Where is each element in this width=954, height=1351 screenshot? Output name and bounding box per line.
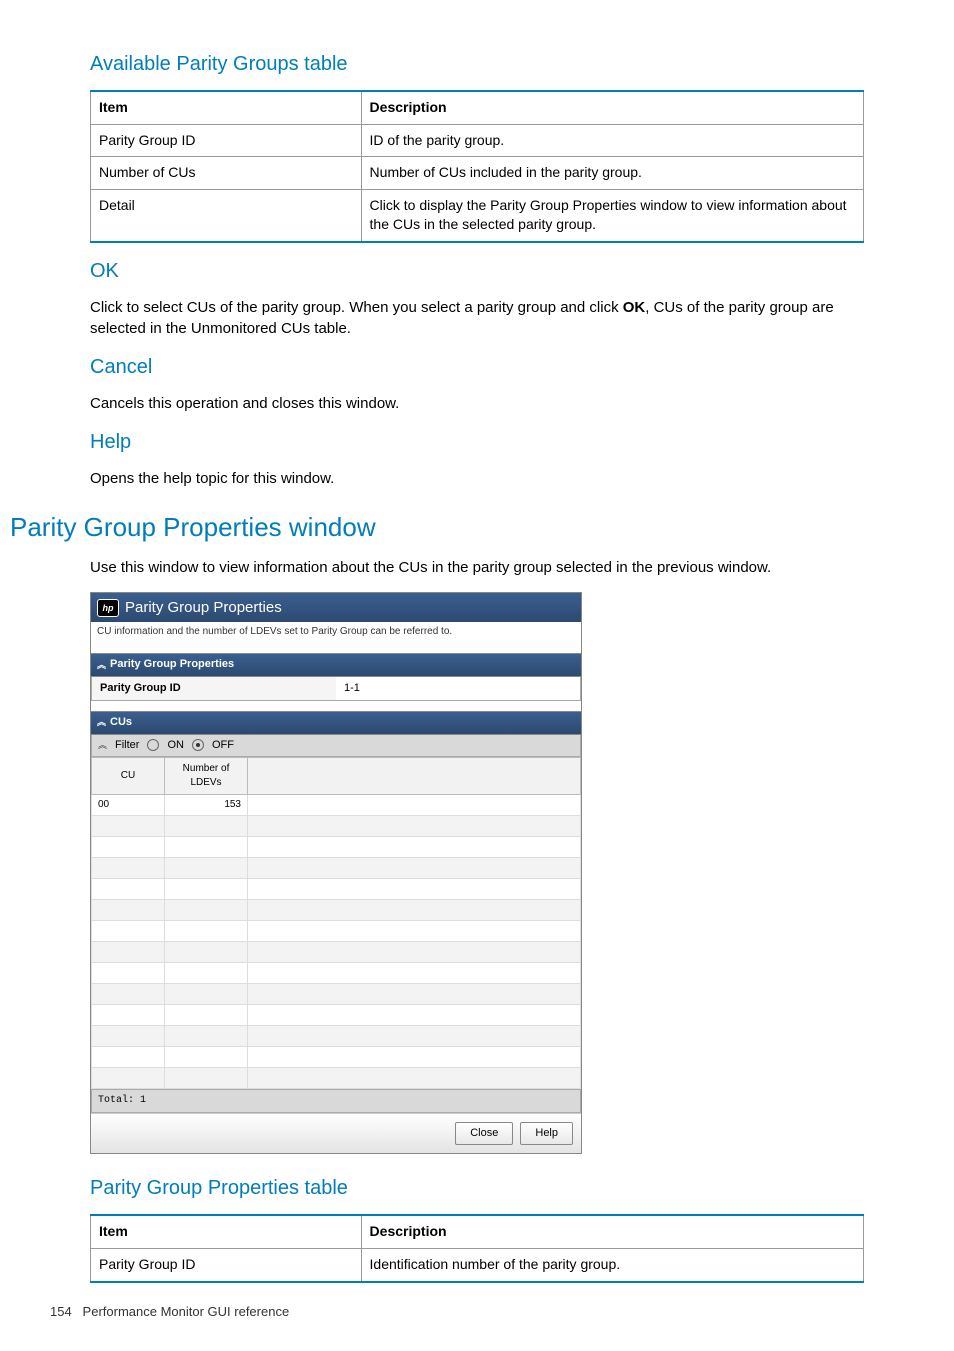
table-row [92,1025,581,1046]
section-label: Parity Group Properties [110,657,234,672]
col-cu: CU [92,757,165,794]
cell-desc: Click to display the Parity Group Proper… [361,189,863,242]
hp-logo-icon: hp [97,599,119,617]
col-blank [248,757,581,794]
filter-off-radio[interactable] [192,739,204,751]
dialog-title-text: Parity Group Properties [125,597,282,618]
filter-label: Filter [115,738,139,753]
table-row [92,1067,581,1088]
heading-help: Help [90,428,864,456]
page-number: 154 [50,1304,72,1319]
pgid-value: 1-1 [336,677,580,700]
cus-table: CU Number of LDEVs 00 153 [91,757,581,1089]
table-row [92,836,581,857]
table-row: Number of CUs Number of CUs included in … [91,157,864,190]
available-parity-groups-table: Item Description Parity Group ID ID of t… [90,90,864,243]
table-row [92,941,581,962]
parity-group-properties-table: Item Description Parity Group ID Identif… [90,1214,864,1282]
table-row [92,920,581,941]
cell-desc: Identification number of the parity grou… [361,1248,863,1281]
col-item: Item [91,91,362,124]
dialog-subtitle: CU information and the number of LDEVs s… [91,622,581,653]
help-button[interactable]: Help [520,1122,573,1145]
help-text: Opens the help topic for this window. [90,468,864,489]
pgid-label: Parity Group ID [92,677,336,700]
cell-desc: Number of CUs included in the parity gro… [361,157,863,190]
table-row [92,1004,581,1025]
cell-ldevs: 153 [165,794,248,815]
filter-on-radio[interactable] [147,739,159,751]
total-row: Total: 1 [91,1089,581,1113]
ok-text: Click to select CUs of the parity group.… [90,297,864,339]
table-row [92,878,581,899]
table-row [92,815,581,836]
table-row: Detail Click to display the Parity Group… [91,189,864,242]
col-description: Description [361,1215,863,1248]
filter-off-label: OFF [212,738,234,753]
heading-parity-group-properties-table: Parity Group Properties table [90,1174,864,1202]
parity-group-properties-dialog: hp Parity Group Properties CU informatio… [90,592,582,1154]
footer-text: Performance Monitor GUI reference [83,1304,290,1319]
table-row [92,1046,581,1067]
filter-on-label: ON [167,738,184,753]
table-row [92,899,581,920]
cell-item: Parity Group ID [91,124,362,157]
cell-cu: 00 [92,794,165,815]
cell-item: Detail [91,189,362,242]
cell-item: Parity Group ID [91,1248,362,1281]
cell-desc: ID of the parity group. [361,124,863,157]
table-row [92,857,581,878]
ok-bold: OK [623,299,646,316]
table-row[interactable]: 00 153 [92,794,581,815]
heading-ok: OK [90,257,864,285]
table-row: Parity Group ID Identification number of… [91,1248,864,1281]
ok-text-a: Click to select CUs of the parity group.… [90,299,623,316]
collapse-icon: ︽ [97,718,106,727]
section-label: CUs [110,715,132,730]
cell-item: Number of CUs [91,157,362,190]
cancel-text: Cancels this operation and closes this w… [90,393,864,414]
dialog-titlebar: hp Parity Group Properties [91,593,581,622]
section-parity-group-properties[interactable]: ︽ Parity Group Properties [91,653,581,676]
dialog-footer: Close Help [91,1113,581,1153]
page-footer: 154 Performance Monitor GUI reference [50,1303,864,1321]
table-row [92,962,581,983]
heading-parity-group-properties-window: Parity Group Properties window [10,509,864,545]
filter-row: ︽ Filter ON OFF [91,735,581,757]
table-row [92,983,581,1004]
col-description: Description [361,91,863,124]
close-button[interactable]: Close [455,1122,513,1145]
collapse-icon: ︽ [98,741,107,750]
section-cus[interactable]: ︽ CUs [91,711,581,734]
heading-cancel: Cancel [90,353,864,381]
col-item: Item [91,1215,362,1248]
heading-available-parity-groups-table: Available Parity Groups table [90,50,864,78]
table-row: Parity Group ID ID of the parity group. [91,124,864,157]
col-ldevs: Number of LDEVs [165,757,248,794]
pgp-window-text: Use this window to view information abou… [90,557,864,578]
property-row: Parity Group ID 1-1 [91,677,581,701]
collapse-icon: ︽ [97,661,106,670]
